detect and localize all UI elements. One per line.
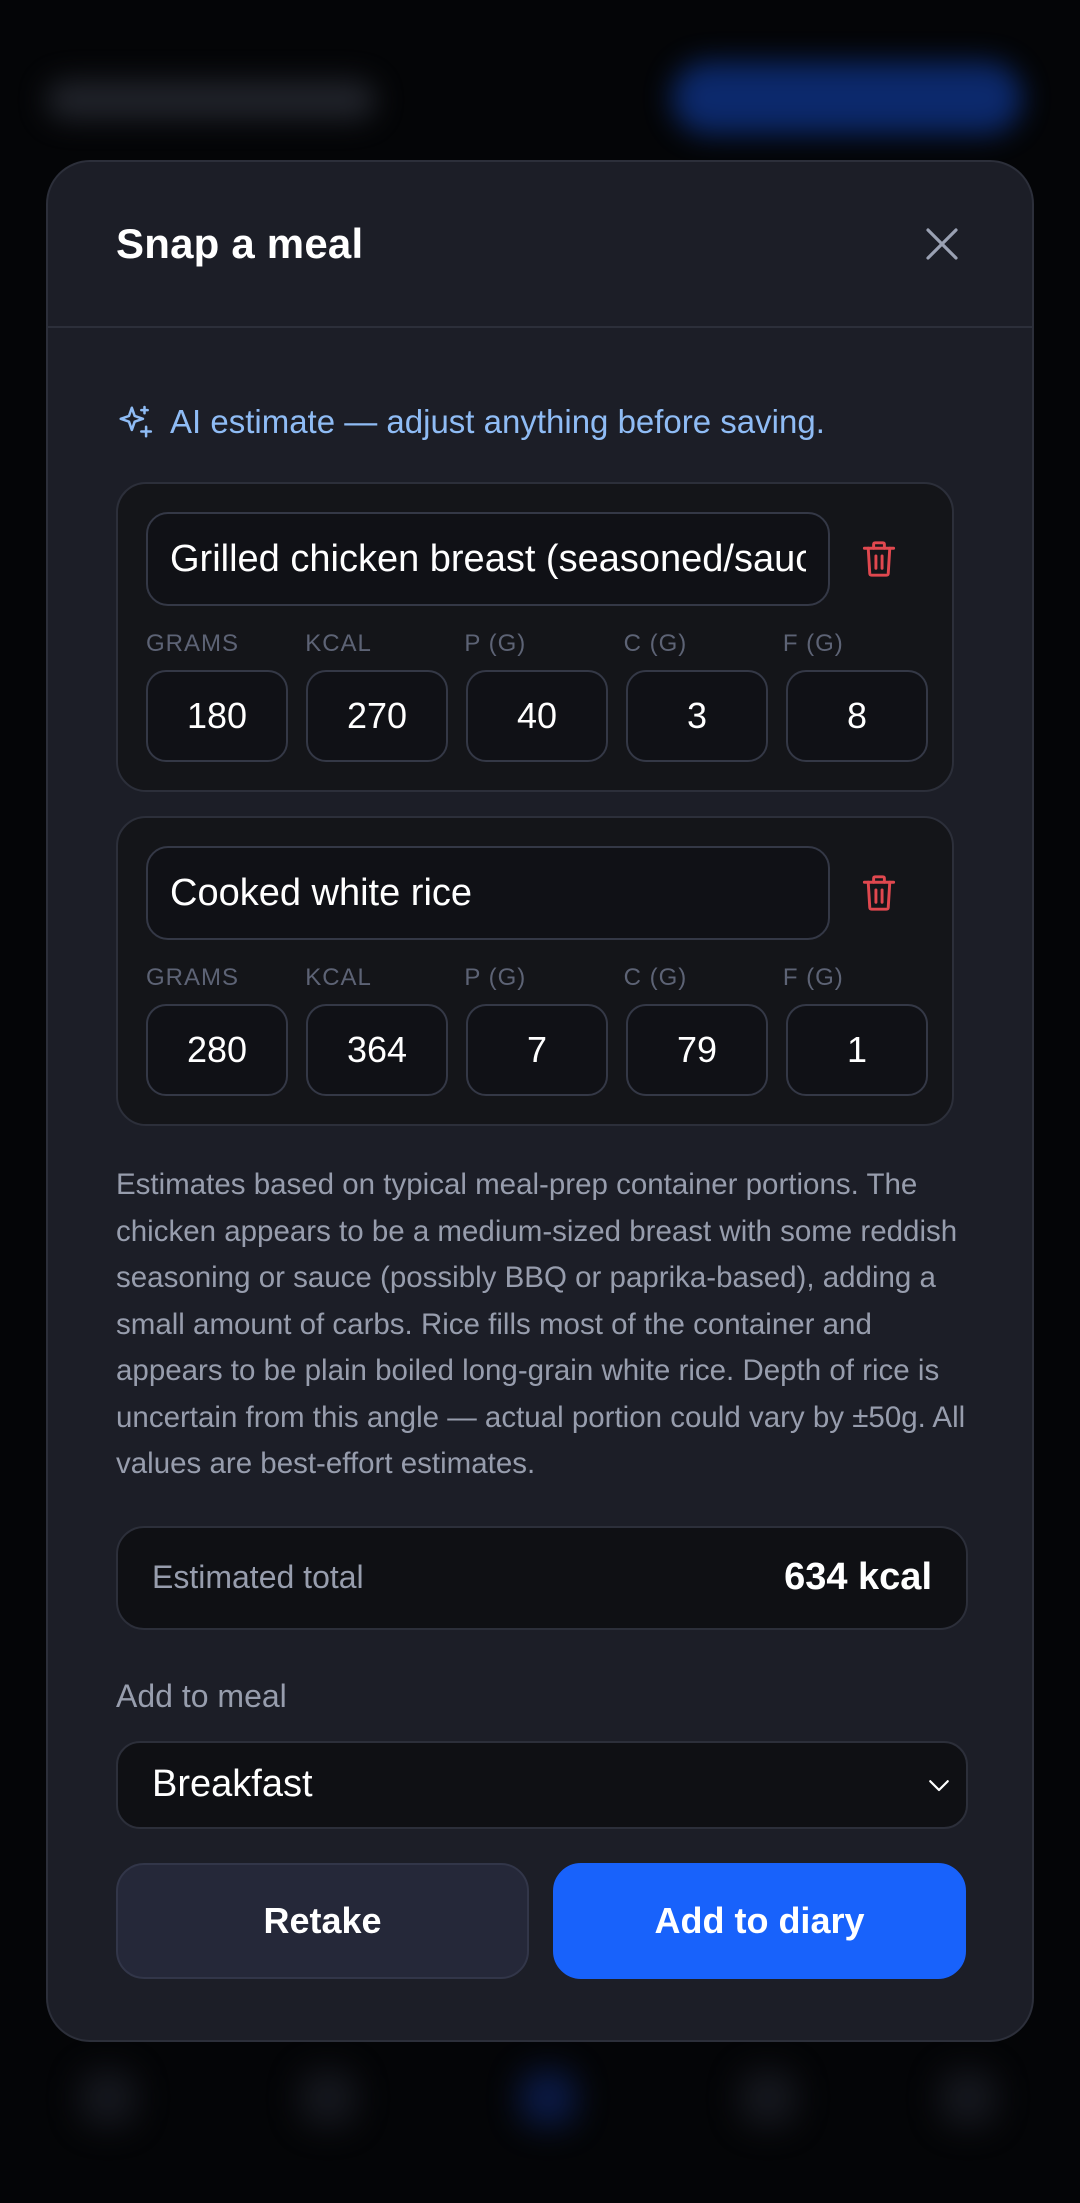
fat-label: F (G) xyxy=(782,964,844,991)
item-name-row xyxy=(146,846,924,940)
protein-label: P (G) xyxy=(464,964,527,991)
food-item-card: GRAMS KCAL P (G) C (G) F (G) xyxy=(116,816,954,1126)
protein-input[interactable] xyxy=(466,1004,608,1096)
close-icon xyxy=(926,228,958,260)
add-to-diary-button[interactable]: Add to diary xyxy=(553,1862,966,1979)
blurred-page-title xyxy=(46,80,376,120)
fat-label: F (G) xyxy=(782,630,844,657)
item-name-input[interactable] xyxy=(146,512,830,606)
retake-button[interactable]: Retake xyxy=(116,1862,529,1979)
fat-input[interactable] xyxy=(786,670,928,762)
trash-icon xyxy=(862,541,896,577)
macro-labels: GRAMS KCAL P (G) C (G) F (G) xyxy=(146,964,924,992)
carbs-input[interactable] xyxy=(626,1004,768,1096)
modal-header: Snap a meal xyxy=(48,162,1032,328)
action-buttons: Retake Add to diary xyxy=(116,1862,966,1979)
food-item-card: GRAMS KCAL P (G) C (G) F (G) xyxy=(116,482,954,792)
protein-label: P (G) xyxy=(464,630,527,657)
carbs-input[interactable] xyxy=(626,670,768,762)
macro-values xyxy=(146,1004,928,1096)
snap-meal-modal: Snap a meal AI estimate — adjust anythin… xyxy=(46,160,1034,2042)
trash-icon xyxy=(862,875,896,911)
blurred-tab-icon xyxy=(520,2070,576,2126)
kcal-label: KCAL xyxy=(305,630,372,657)
kcal-input[interactable] xyxy=(306,670,448,762)
total-value: 634 kcal xyxy=(784,1556,932,1598)
fat-input[interactable] xyxy=(786,1004,928,1096)
modal-title: Snap a meal xyxy=(116,220,364,267)
blurred-tab-icon xyxy=(80,2070,136,2126)
grams-input[interactable] xyxy=(146,670,288,762)
macro-labels: GRAMS KCAL P (G) C (G) F (G) xyxy=(146,630,924,658)
blurred-tab-icon xyxy=(740,2070,796,2126)
kcal-label: KCAL xyxy=(305,964,372,991)
modal-body: AI estimate — adjust anything before sav… xyxy=(48,328,1032,1979)
item-name-row xyxy=(146,512,924,606)
grams-label: GRAMS xyxy=(146,964,240,991)
grams-label: GRAMS xyxy=(146,630,240,657)
meal-select-label: Add to meal xyxy=(116,1677,287,1714)
protein-input[interactable] xyxy=(466,670,608,762)
estimated-total-box: Estimated total 634 kcal xyxy=(116,1525,968,1630)
blurred-tab-icon xyxy=(940,2070,996,2126)
macro-values xyxy=(146,670,928,762)
estimate-notes: Estimates based on typical meal-prep con… xyxy=(116,1168,966,1480)
ai-estimate-text: AI estimate — adjust anything before sav… xyxy=(170,403,825,440)
blurred-tab-icon xyxy=(300,2070,356,2126)
sparkles-icon xyxy=(116,403,154,441)
ai-estimate-note: AI estimate — adjust anything before sav… xyxy=(116,400,966,444)
carbs-label: C (G) xyxy=(623,964,688,991)
item-name-input[interactable] xyxy=(146,846,830,940)
chevron-down-icon xyxy=(924,1770,954,1800)
close-button[interactable] xyxy=(918,220,966,268)
delete-item-button[interactable] xyxy=(834,514,924,604)
kcal-input[interactable] xyxy=(306,1004,448,1096)
grams-input[interactable] xyxy=(146,1004,288,1096)
total-label: Estimated total xyxy=(152,1559,364,1595)
meal-select-value: Breakfast xyxy=(152,1763,313,1805)
blurred-header-button xyxy=(672,62,1022,134)
meal-select[interactable]: Breakfast xyxy=(116,1740,968,1829)
carbs-label: C (G) xyxy=(623,630,688,657)
delete-item-button[interactable] xyxy=(834,848,924,938)
